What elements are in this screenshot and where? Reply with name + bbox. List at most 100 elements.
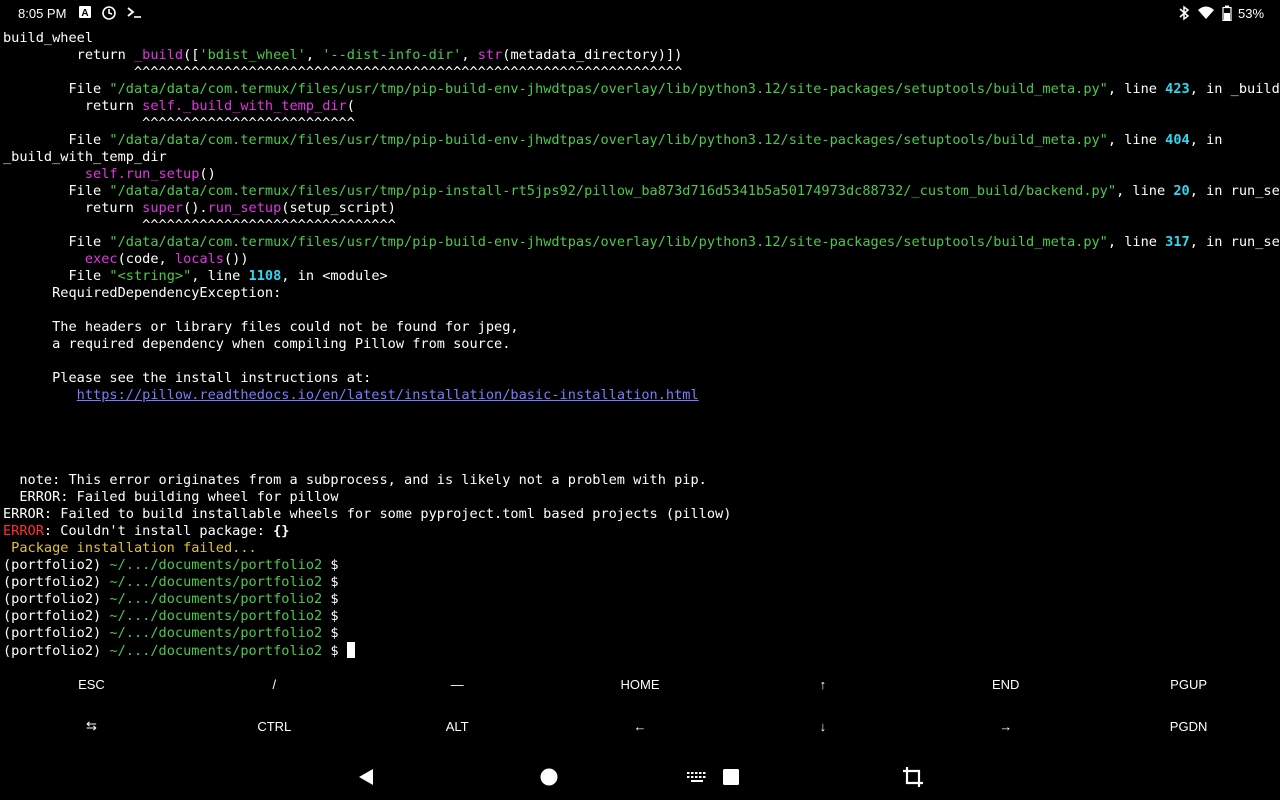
terminal-text: File [3, 234, 110, 250]
terminal-text: _build_with_temp_dir [3, 149, 167, 165]
terminal-line: (portfolio2) ~/.../documents/portfolio2 … [3, 574, 1279, 591]
terminal-text: ~/.../documents/portfolio2 [109, 557, 323, 573]
terminal-line: ^^^^^^^^^^^^^^^^^^^^^^^^^^ [3, 115, 1279, 132]
key-pgdn[interactable]: PGDN [1097, 705, 1280, 747]
terminal-text: , in run_setup [1189, 183, 1279, 199]
key-ctrl[interactable]: CTRL [183, 705, 366, 747]
terminal-text: ^^^^^^^^^^^^^^^^^^^^^^^^^^ [3, 115, 355, 131]
terminal-text: File [3, 268, 110, 284]
terminal-text: (). [183, 200, 208, 216]
extra-keys-row-2: ⇆ CTRL ALT ← ↓ → PGDN [0, 705, 1280, 747]
terminal-text: (portfolio2) [3, 643, 110, 659]
key-dash[interactable]: — [366, 663, 549, 705]
terminal-text: note: This error originates from a subpr… [3, 472, 707, 488]
terminal-text: , in run_setup [1189, 234, 1279, 250]
terminal-line: return super().run_setup(setup_script) [3, 200, 1279, 217]
terminal-text: self._build_with_temp_dir [142, 98, 347, 114]
terminal-line: return self._build_with_temp_dir( [3, 98, 1279, 115]
wifi-icon [1197, 5, 1215, 24]
terminal-text: , [305, 47, 323, 63]
terminal-text: ~/.../documents/portfolio2 [109, 591, 323, 607]
terminal-text: Please see the install instructions at: [3, 370, 372, 386]
recents-icon[interactable] [716, 762, 746, 792]
terminal-line: ERROR: Failed building wheel for pillow [3, 489, 1279, 506]
terminal-link[interactable]: https://pillow.readthedocs.io/en/latest/… [77, 387, 699, 403]
key-pgup[interactable]: PGUP [1097, 663, 1280, 705]
terminal-text: ^^^^^^^^^^^^^^^^^^^^^^^^^^^^^^^ [3, 217, 396, 233]
back-icon[interactable] [351, 762, 381, 792]
terminal-output[interactable]: build_wheel return _build(['bdist_wheel'… [3, 30, 1279, 660]
terminal-text: (portfolio2) [3, 608, 110, 624]
terminal-text: : Couldn't install package: [43, 523, 274, 539]
terminal-text: ()) [224, 251, 249, 267]
terminal-text: self.run_setup [84, 166, 200, 182]
key-slash[interactable]: / [183, 663, 366, 705]
key-up[interactable]: ↑ [731, 663, 914, 705]
terminal-text: (portfolio2) [3, 625, 110, 641]
terminal-text: $ [322, 574, 339, 590]
terminal-text: ERROR: Failed to build installable wheel… [3, 506, 732, 522]
terminal-text: File [3, 132, 110, 148]
terminal-line: ^^^^^^^^^^^^^^^^^^^^^^^^^^^^^^^^^^^^^^^^… [3, 64, 1279, 81]
terminal-text: RequiredDependencyException: [3, 285, 282, 301]
home-icon[interactable] [534, 762, 564, 792]
navigation-bar [0, 752, 1280, 800]
terminal-text: , line [1107, 132, 1166, 148]
terminal-line: return _build(['bdist_wheel', '--dist-in… [3, 47, 1279, 64]
terminal-text: {} [273, 523, 290, 539]
terminal-text: ~/.../documents/portfolio2 [109, 608, 323, 624]
extra-keys-bar: ESC / — HOME ↑ END PGUP ⇆ CTRL ALT ← ↓ →… [0, 663, 1280, 747]
terminal-text: str [477, 47, 503, 63]
terminal-line: exec(code, locals()) [3, 251, 1279, 268]
terminal-text: ERROR [3, 523, 44, 539]
terminal-line: File "/data/data/com.termux/files/usr/tm… [3, 234, 1279, 251]
battery-icon [1222, 5, 1232, 24]
key-down[interactable]: ↓ [731, 705, 914, 747]
terminal-text: a required dependency when compiling Pil… [3, 336, 511, 352]
terminal-text: "/data/data/com.termux/files/usr/tmp/pip… [109, 183, 1117, 199]
terminal-text: "<string>" [109, 268, 192, 284]
terminal-line: note: This error originates from a subpr… [3, 472, 1279, 489]
key-end[interactable]: END [914, 663, 1097, 705]
terminal-text: , line [191, 268, 249, 284]
terminal-text: run_setup [207, 200, 282, 216]
sync-icon [101, 5, 117, 24]
terminal-text: , in [1189, 132, 1223, 148]
terminal-text: $ [322, 557, 339, 573]
terminal-text: 'bdist_wheel' [199, 47, 306, 63]
terminal-text: '--dist-info-dir' [322, 47, 462, 63]
terminal-text: "/data/data/com.termux/files/usr/tmp/pip… [109, 132, 1108, 148]
key-esc[interactable]: ESC [0, 663, 183, 705]
terminal-text: , line [1107, 234, 1166, 250]
key-tab[interactable]: ⇆ [0, 705, 183, 747]
crop-icon[interactable] [898, 762, 928, 792]
terminal-line: (portfolio2) ~/.../documents/portfolio2 … [3, 625, 1279, 642]
terminal-line: ^^^^^^^^^^^^^^^^^^^^^^^^^^^^^^^ [3, 217, 1279, 234]
key-home[interactable]: HOME [549, 663, 732, 705]
terminal-text: File [3, 183, 110, 199]
key-right[interactable]: → [914, 705, 1097, 747]
key-alt[interactable]: ALT [366, 705, 549, 747]
terminal-line: Please see the install instructions at: [3, 370, 1279, 387]
terminal-line: https://pillow.readthedocs.io/en/latest/… [3, 387, 1279, 404]
terminal-text: _build [133, 47, 184, 63]
terminal-text: (metadata_directory)]) [502, 47, 683, 63]
terminal-line: Package installation failed... [3, 540, 1279, 557]
terminal-text: , [461, 47, 478, 63]
terminal-line: (portfolio2) ~/.../documents/portfolio2 … [3, 557, 1279, 574]
terminal-line: ERROR: Couldn't install package: {} [3, 523, 1279, 540]
terminal-text: super [142, 200, 184, 216]
terminal-line: _build_with_temp_dir [3, 149, 1279, 166]
terminal-line: File "/data/data/com.termux/files/usr/tm… [3, 81, 1279, 98]
a-box-icon: A [78, 5, 92, 22]
keyboard-icon[interactable] [682, 762, 712, 792]
terminal-text: $ [322, 608, 339, 624]
terminal-line: File "/data/data/com.termux/files/usr/tm… [3, 132, 1279, 149]
key-left[interactable]: ← [549, 705, 732, 747]
terminal-text: return [3, 200, 143, 216]
